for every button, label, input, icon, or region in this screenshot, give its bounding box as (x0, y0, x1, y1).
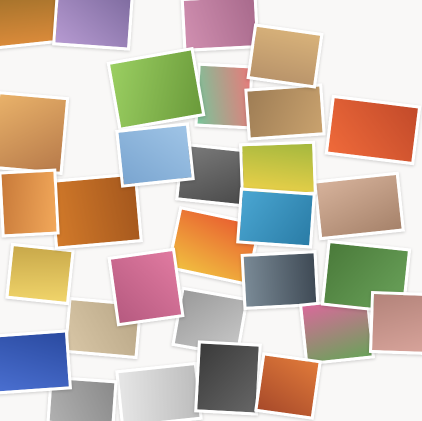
photo-building (368, 290, 422, 356)
photo-orange-sky-image (1, 171, 57, 235)
photo-golden-shore (244, 83, 326, 141)
photo-pink-petals-image (110, 250, 182, 324)
photo-yellow-field-image (8, 246, 72, 302)
photo-pink-flowers (180, 0, 260, 52)
photo-snow-image (118, 365, 200, 421)
photo-red-orange-image (328, 98, 418, 162)
photo-sunset-lamp-image (0, 94, 67, 172)
photo-balloon (254, 352, 322, 420)
photo-yellow-field (5, 242, 75, 306)
photo-night (194, 340, 262, 416)
photo-sunset-lamp (0, 91, 70, 175)
photo-blue-night (0, 329, 72, 395)
photo-pink-petals (107, 247, 185, 327)
photo-snow (115, 361, 203, 421)
photo-purple-flowers-image (55, 0, 131, 48)
photo-building-image (372, 294, 422, 352)
photo-golden-shore-image (247, 86, 323, 138)
photo-yellow-flower-image (242, 143, 314, 195)
photo-desert-image (249, 26, 321, 86)
photo-candy-image (197, 65, 251, 127)
photo-coral-rocks-image (316, 174, 402, 238)
photo-blue-night-image (0, 332, 69, 392)
photo-red-orange (324, 94, 422, 166)
photo-sky (115, 122, 195, 188)
photo-sky-image (118, 125, 192, 185)
photo-desert (246, 23, 324, 89)
photo-orange-sky (0, 168, 60, 238)
photo-dark-water (240, 250, 320, 310)
photo-turtle (236, 187, 316, 249)
photo-turtle-image (239, 190, 313, 246)
photo-green-leaf (106, 46, 206, 132)
photo-balloon-image (257, 355, 319, 417)
photo-green-leaf-image (110, 50, 202, 128)
photo-dark-water-image (243, 253, 317, 307)
photo-collage (0, 0, 422, 421)
photo-coral-rocks (313, 171, 405, 241)
photo-night-image (197, 343, 259, 413)
photo-pink-flowers-image (183, 0, 257, 49)
photo-purple-flowers (52, 0, 134, 51)
